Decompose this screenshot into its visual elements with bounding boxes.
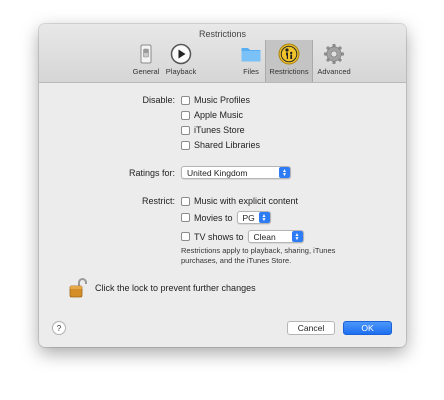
play-icon [170, 43, 192, 65]
checkbox-label: TV shows to [194, 231, 244, 242]
parental-controls-icon [278, 43, 300, 65]
checkbox-label: Music with explicit content [194, 196, 299, 206]
ratings-country-select[interactable]: United Kingdom ▲ ▼ [181, 166, 291, 179]
checkbox[interactable] [181, 125, 190, 135]
disable-shared-libraries[interactable]: Shared Libraries [181, 140, 260, 150]
tab-restrictions[interactable]: Restrictions [265, 40, 313, 82]
help-button[interactable]: ? [52, 321, 66, 335]
disable-label: Disable: [142, 95, 175, 105]
checkbox[interactable] [181, 140, 190, 150]
chevron-up-down-icon: ▲ ▼ [279, 167, 290, 178]
restrict-label: Restrict: [141, 196, 175, 206]
ratings-row: United Kingdom ▲ ▼ [181, 166, 291, 179]
tab-restrictions-label: Restrictions [269, 67, 309, 76]
disable-apple-music[interactable]: Apple Music [181, 110, 243, 120]
tab-files-label: Files [243, 67, 259, 76]
cancel-button[interactable]: Cancel [287, 321, 335, 335]
tab-playback[interactable]: Playback [163, 40, 199, 81]
checkbox[interactable] [181, 232, 190, 241]
checkbox[interactable] [181, 213, 190, 222]
select-value: United Kingdom [187, 167, 248, 178]
tv-rating-select[interactable]: Clean ▲ ▼ [247, 230, 304, 243]
folder-icon [240, 43, 262, 65]
disable-music-profiles[interactable]: Music Profiles [181, 95, 250, 105]
select-value: Clean [253, 231, 276, 242]
disable-itunes-store[interactable]: iTunes Store [181, 125, 245, 135]
preferences-window: Restrictions General Playback Files Rest… [39, 24, 406, 347]
checkbox-label: iTunes Store [194, 125, 245, 135]
switch-icon [135, 43, 157, 65]
checkbox-label: Movies to [194, 212, 233, 223]
tab-advanced-label: Advanced [317, 67, 351, 76]
ratings-label: Ratings for: [128, 168, 175, 178]
gear-icon [323, 43, 345, 65]
window-title: Restrictions [198, 29, 246, 39]
restrictions-note: Restrictions apply to playback, sharing,… [181, 246, 336, 265]
chevron-up-down-icon: ▲ ▼ [291, 231, 303, 242]
select-value: PG [242, 212, 255, 223]
ok-button[interactable]: OK [343, 321, 392, 335]
checkbox-label: Shared Libraries [194, 140, 261, 150]
tab-advanced[interactable]: Advanced [315, 40, 353, 81]
toolbar: Restrictions General Playback Files Rest… [39, 24, 406, 83]
tab-general[interactable]: General [128, 40, 164, 81]
movies-rating-select[interactable]: PG ▲ ▼ [236, 211, 271, 224]
tab-playback-label: Playback [165, 67, 197, 76]
tab-general-label: General [132, 67, 160, 76]
lock-icon[interactable] [69, 277, 87, 299]
chevron-up-down-icon: ▲ ▼ [258, 212, 270, 223]
checkbox[interactable] [181, 110, 190, 120]
checkbox[interactable] [181, 95, 190, 105]
restrict-movies[interactable]: Movies to PG ▲ ▼ [181, 211, 271, 224]
checkbox[interactable] [181, 196, 190, 206]
lock-message: Click the lock to prevent further change… [95, 283, 256, 293]
tab-files[interactable]: Files [237, 40, 265, 81]
restrict-explicit-music[interactable]: Music with explicit content [181, 196, 298, 206]
restrict-tv-shows[interactable]: TV shows to Clean ▲ ▼ [181, 230, 304, 243]
checkbox-label: Music Profiles [194, 95, 251, 105]
checkbox-label: Apple Music [194, 110, 244, 120]
